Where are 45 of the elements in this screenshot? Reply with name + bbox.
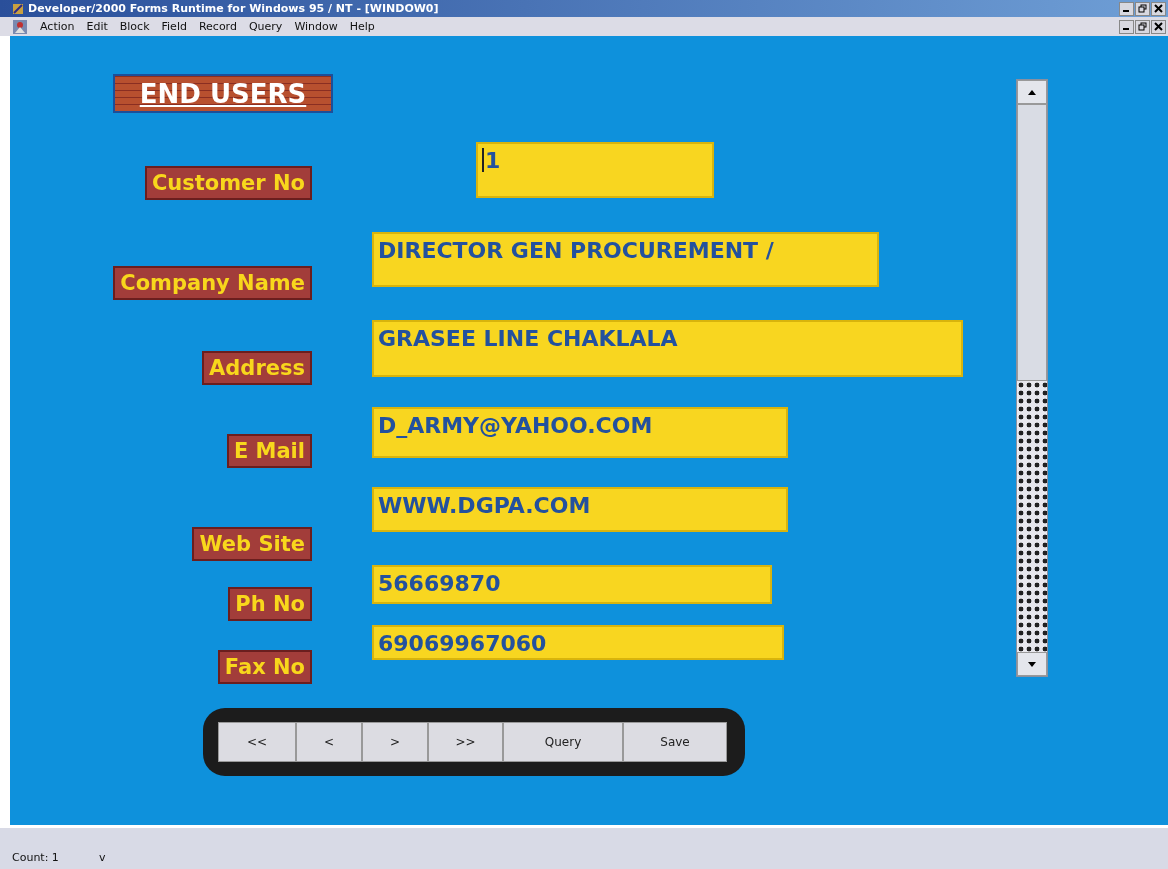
window-title: Developer/2000 Forms Runtime for Windows 95 / NT - [WINDOW0] (28, 2, 440, 15)
menu-item[interactable]: Edit (86, 20, 108, 33)
input-field[interactable]: D_ARMY@YAHOO.COM (372, 407, 788, 458)
menu-item[interactable]: Action (40, 20, 75, 33)
field-label: Ph No (228, 587, 312, 621)
nav-button[interactable]: Query (503, 722, 623, 762)
menu-item[interactable]: Record (198, 20, 237, 33)
close-icon[interactable] (1151, 19, 1166, 34)
input-field[interactable]: DIRECTOR GEN PROCUREMENT / (372, 232, 879, 287)
restore-icon[interactable] (1135, 19, 1150, 34)
mode-indicator: v (98, 851, 106, 864)
input-field[interactable]: 69069967060 (372, 625, 784, 660)
record-count: Count: 1 (12, 851, 59, 864)
field-label: Fax No (217, 650, 312, 684)
menu-item[interactable]: Field (161, 20, 187, 33)
minimize-icon[interactable] (1119, 1, 1134, 16)
input-field[interactable]: 56669870 (372, 565, 772, 604)
field-label: Address (202, 351, 312, 385)
nav-button[interactable]: Save (623, 722, 727, 762)
restore-icon[interactable] (1135, 1, 1150, 16)
app-icon (12, 2, 24, 15)
field-label: E Mail (226, 434, 312, 468)
menu-item[interactable]: Query (248, 20, 283, 33)
nav-button[interactable]: << (218, 722, 296, 762)
menu-item[interactable]: Block (119, 20, 150, 33)
field-label: Customer No (144, 166, 312, 200)
input-field[interactable]: 1 (476, 142, 714, 198)
scroll-down-button[interactable] (1017, 652, 1047, 676)
form-title: END USERS (113, 74, 333, 113)
scroll-up-button[interactable] (1017, 80, 1047, 104)
nav-button[interactable]: > (362, 722, 428, 762)
field-label: Web Site (192, 527, 312, 561)
down-arrow-icon (1028, 661, 1036, 667)
close-icon[interactable] (1151, 1, 1166, 16)
nav-button[interactable]: >> (428, 722, 503, 762)
input-field[interactable]: GRASEE LINE CHAKLALA (372, 320, 963, 377)
scroll-thumb[interactable] (1017, 104, 1047, 381)
nav-button[interactable]: < (296, 722, 362, 762)
input-field[interactable]: WWW.DGPA.COM (372, 487, 788, 532)
field-label: Company Name (113, 266, 312, 300)
minimize-icon[interactable] (1119, 19, 1134, 34)
menu-item[interactable]: Window (294, 20, 338, 33)
menu-item[interactable]: Help (349, 20, 375, 33)
up-arrow-icon (1028, 89, 1036, 95)
scrollbar[interactable] (1016, 79, 1048, 677)
